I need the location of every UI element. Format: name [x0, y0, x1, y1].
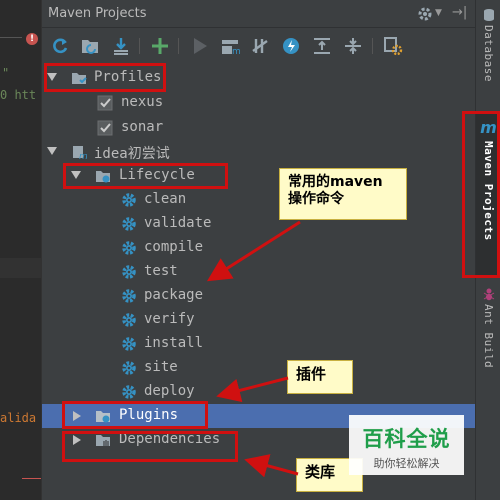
show-dependencies-icon[interactable]	[312, 36, 332, 56]
tool-tab-label: Database	[482, 25, 495, 82]
lifecycle-item-install[interactable]: install	[42, 332, 475, 356]
lifecycle-item-site[interactable]: site	[42, 356, 475, 380]
gear-icon	[122, 337, 136, 351]
maven-project-icon: m	[73, 146, 87, 160]
watermark-logo: 百科全说 助你轻松解决	[349, 415, 464, 475]
gear-icon	[122, 217, 136, 231]
chevron-down-icon[interactable]: ▼	[435, 8, 442, 18]
tree-node-label: deploy	[144, 383, 195, 399]
run-icon[interactable]	[190, 36, 210, 56]
skip-tests-icon[interactable]	[281, 36, 301, 56]
error-indicator-icon[interactable]: !	[26, 33, 38, 45]
collapse-all-icon[interactable]	[343, 36, 363, 56]
gear-icon	[122, 385, 136, 399]
chevron-down-icon[interactable]	[47, 147, 57, 155]
annotation-box-dependencies	[62, 431, 238, 462]
annotation-box-maven-tab	[462, 111, 500, 278]
editor-text-fragment: "	[2, 66, 10, 80]
annotation-box-plugins	[62, 401, 208, 429]
ant-icon	[483, 288, 494, 301]
tree-node-label: sonar	[121, 119, 164, 135]
tree-node-profile-nexus[interactable]: nexus	[42, 91, 475, 115]
tree-node-label: clean	[144, 191, 187, 207]
editor-strip: ! " 0 htt alida	[0, 0, 42, 500]
tool-tab-database[interactable]: Database	[476, 8, 500, 98]
editor-line	[0, 37, 22, 38]
panel-title: Maven Projects	[48, 6, 147, 21]
hide-panel-icon[interactable]: →|	[452, 5, 467, 20]
callout-maven-commands: 常用的maven 操作命令	[279, 168, 407, 220]
annotation-box-lifecycle	[63, 163, 228, 189]
checkbox-checked-icon[interactable]	[97, 95, 113, 111]
tree-node-label: site	[144, 359, 178, 375]
maven-settings-icon[interactable]	[383, 36, 403, 56]
lifecycle-item-test[interactable]: test	[42, 260, 475, 284]
watermark-title: 百科全说	[362, 427, 451, 451]
database-icon	[483, 9, 494, 21]
editor-error-stripe	[22, 478, 41, 479]
gear-icon	[122, 265, 136, 279]
tree-node-label: nexus	[121, 94, 164, 110]
generate-sources-icon[interactable]	[80, 36, 100, 56]
tree-node-label: verify	[144, 311, 195, 327]
svg-text:m: m	[232, 47, 240, 56]
tool-tab-label: Ant Build	[482, 304, 495, 369]
gear-icon	[122, 289, 136, 303]
callout-plugins: 插件	[287, 360, 353, 394]
tree-node-label: package	[144, 287, 204, 303]
editor-text-fragment: 0 htt	[0, 88, 37, 102]
toolbar-separator	[372, 38, 373, 54]
lifecycle-item-validate[interactable]: validate	[42, 212, 475, 236]
editor-text-fragment: alida	[0, 411, 37, 425]
lifecycle-item-compile[interactable]: compile	[42, 236, 475, 260]
tree-node-label: idea初尝试	[94, 146, 170, 162]
toggle-offline-mode-icon[interactable]	[250, 36, 270, 56]
lifecycle-item-verify[interactable]: verify	[42, 308, 475, 332]
panel-header: Maven Projects ▼ →|	[42, 0, 475, 28]
checkbox-checked-icon[interactable]	[97, 120, 113, 136]
add-maven-project-icon[interactable]	[150, 36, 170, 56]
gear-icon	[122, 241, 136, 255]
tree-node-project[interactable]: m idea初尝试	[42, 140, 475, 164]
watermark-subtitle: 助你轻松解决	[373, 457, 440, 470]
download-icon[interactable]	[111, 36, 131, 56]
lifecycle-item-package[interactable]: package	[42, 284, 475, 308]
tree-node-profile-sonar[interactable]: sonar	[42, 116, 475, 140]
toolbar-separator	[178, 38, 179, 54]
tree-node-label: install	[144, 335, 204, 351]
gear-icon	[122, 313, 136, 327]
tree-node-label: validate	[144, 215, 212, 231]
gear-icon	[122, 361, 136, 375]
tree-node-label: test	[144, 263, 178, 279]
editor-highlight-band	[0, 258, 41, 278]
run-maven-build-icon[interactable]: m	[220, 36, 240, 56]
tree-node-label: compile	[144, 239, 204, 255]
tool-tab-ant-build[interactable]: Ant Build	[476, 287, 500, 377]
svg-text:m: m	[79, 152, 87, 160]
gear-icon[interactable]	[416, 5, 434, 23]
reimport-icon[interactable]	[50, 36, 70, 56]
annotation-box-profiles	[44, 63, 166, 92]
toolbar-separator	[139, 38, 140, 54]
lifecycle-item-clean[interactable]: clean	[42, 188, 475, 212]
gear-icon	[122, 193, 136, 207]
